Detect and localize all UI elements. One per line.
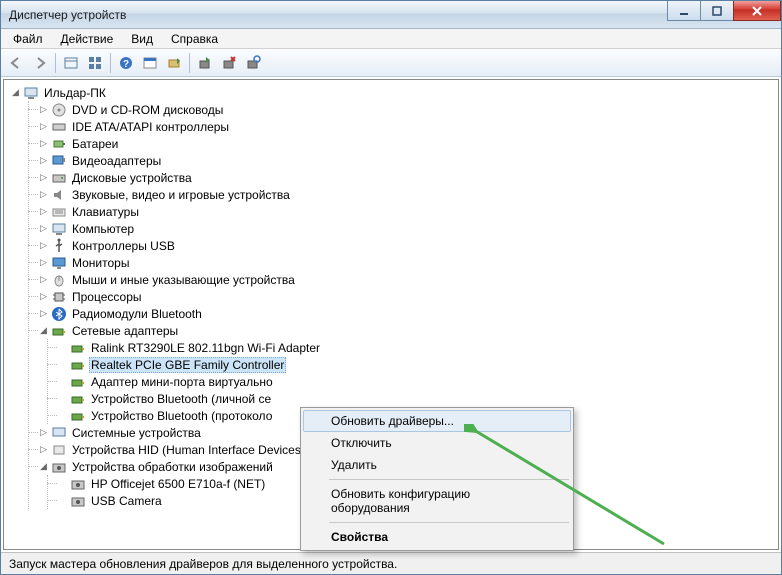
expander-icon[interactable]: ▷	[38, 240, 49, 251]
tree-category[interactable]: ▷Клавиатуры	[29, 203, 778, 220]
expander-icon[interactable]: ▷	[38, 155, 49, 166]
tree-category[interactable]: ▷Мониторы	[29, 254, 778, 271]
menu-file[interactable]: Файл	[5, 30, 51, 48]
network-adapter-icon	[70, 408, 86, 424]
tree-category[interactable]: ▷Компьютер	[29, 220, 778, 237]
tree-device[interactable]: Устройство Bluetooth (личной се	[48, 390, 778, 407]
expander-icon[interactable]: ◢	[38, 325, 49, 336]
ctx-disable[interactable]: Отключить	[303, 432, 571, 454]
computer-icon	[23, 85, 39, 101]
network-icon	[51, 323, 67, 339]
refresh-button[interactable]	[242, 52, 264, 74]
ctx-separator	[329, 522, 569, 523]
sound-icon	[51, 187, 67, 203]
ctx-separator	[329, 479, 569, 480]
expander-icon[interactable]: ▷	[38, 206, 49, 217]
expander-icon[interactable]: ▷	[38, 444, 49, 455]
toolbar-separator	[55, 53, 56, 73]
network-adapter-icon	[70, 374, 86, 390]
battery-icon	[51, 136, 67, 152]
tree-category-network[interactable]: ◢Сетевые адаптеры	[29, 322, 778, 339]
imaging-device-icon	[70, 476, 86, 492]
uninstall-button[interactable]	[218, 52, 240, 74]
menu-action[interactable]: Действие	[53, 30, 122, 48]
expander-icon[interactable]: ▷	[38, 223, 49, 234]
tree-category[interactable]: ▷Радиомодули Bluetooth	[29, 305, 778, 322]
mouse-icon	[51, 272, 67, 288]
ide-icon	[51, 119, 67, 135]
expander-icon[interactable]: ▷	[38, 308, 49, 319]
expander-icon[interactable]: ▷	[38, 104, 49, 115]
minimize-button[interactable]	[667, 1, 701, 21]
expander-icon[interactable]: ▷	[38, 427, 49, 438]
network-adapter-icon	[70, 357, 86, 373]
expander-icon[interactable]: ▷	[38, 257, 49, 268]
svg-text:?: ?	[123, 59, 129, 70]
tree-root[interactable]: ◢ Ильдар-ПК	[10, 84, 778, 101]
context-menu: Обновить драйверы... Отключить Удалить О…	[300, 407, 574, 551]
ctx-properties[interactable]: Свойства	[303, 526, 571, 548]
tree-device[interactable]: Адаптер мини-порта виртуально	[48, 373, 778, 390]
expander-icon[interactable]: ▷	[38, 138, 49, 149]
tree-category[interactable]: ▷DVD и CD-ROM дисководы	[29, 101, 778, 118]
toolbar: ?	[1, 49, 781, 77]
tree-device[interactable]: Ralink RT3290LE 802.11bgn Wi-Fi Adapter	[48, 339, 778, 356]
ctx-remove[interactable]: Удалить	[303, 454, 571, 476]
status-text: Запуск мастера обновления драйверов для …	[9, 557, 397, 571]
expander-icon[interactable]: ▷	[38, 121, 49, 132]
bluetooth-icon	[51, 306, 67, 322]
tree-category[interactable]: ▷Мыши и иные указывающие устройства	[29, 271, 778, 288]
prop-button[interactable]	[139, 52, 161, 74]
ctx-update-drivers[interactable]: Обновить драйверы...	[303, 410, 571, 432]
tree-category[interactable]: ▷Батареи	[29, 135, 778, 152]
menubar: Файл Действие Вид Справка	[1, 29, 781, 49]
expander-icon[interactable]: ◢	[38, 461, 49, 472]
window-title: Диспетчер устройств	[9, 8, 668, 22]
imaging-icon	[51, 459, 67, 475]
back-button[interactable]	[5, 52, 27, 74]
hid-icon	[51, 442, 67, 458]
disk-icon	[51, 170, 67, 186]
close-button[interactable]	[733, 1, 781, 21]
monitor-icon	[51, 255, 67, 271]
display-adapter-icon	[51, 153, 67, 169]
tree-category[interactable]: ▷Процессоры	[29, 288, 778, 305]
expander-icon[interactable]: ▷	[38, 172, 49, 183]
imaging-device-icon	[70, 493, 86, 509]
expander-icon[interactable]: ◢	[10, 87, 21, 98]
usb-icon	[51, 238, 67, 254]
keyboard-icon	[51, 204, 67, 220]
ctx-scan-hardware[interactable]: Обновить конфигурацию оборудования	[303, 483, 571, 519]
window-buttons	[668, 1, 781, 28]
toolbar-separator	[110, 53, 111, 73]
forward-button[interactable]	[29, 52, 51, 74]
titlebar[interactable]: Диспетчер устройств	[1, 1, 781, 29]
network-adapter-icon	[70, 340, 86, 356]
expander-icon[interactable]: ▷	[38, 291, 49, 302]
update-driver-button[interactable]	[194, 52, 216, 74]
menu-help[interactable]: Справка	[163, 30, 226, 48]
statusbar: Запуск мастера обновления драйверов для …	[1, 552, 781, 574]
view-button[interactable]	[84, 52, 106, 74]
tree-category[interactable]: ▷Звуковые, видео и игровые устройства	[29, 186, 778, 203]
system-icon	[51, 425, 67, 441]
tree-device-selected[interactable]: Realtek PCIe GBE Family Controller	[48, 356, 778, 373]
help-button[interactable]: ?	[115, 52, 137, 74]
expander-icon[interactable]: ▷	[38, 274, 49, 285]
tree-root-label: Ильдар-ПК	[42, 85, 108, 101]
tree-category[interactable]: ▷Дисковые устройства	[29, 169, 778, 186]
tree-category[interactable]: ▷Контроллеры USB	[29, 237, 778, 254]
menu-view[interactable]: Вид	[123, 30, 161, 48]
computer-icon	[51, 221, 67, 237]
expander-icon[interactable]: ▷	[38, 189, 49, 200]
scan-button[interactable]	[163, 52, 185, 74]
toolbar-separator	[189, 53, 190, 73]
tree-category[interactable]: ▷Видеоадаптеры	[29, 152, 778, 169]
maximize-button[interactable]	[700, 1, 734, 21]
cpu-icon	[51, 289, 67, 305]
network-adapter-icon	[70, 391, 86, 407]
show-hidden-button[interactable]	[60, 52, 82, 74]
dvd-icon	[51, 102, 67, 118]
tree-category[interactable]: ▷IDE ATA/ATAPI контроллеры	[29, 118, 778, 135]
